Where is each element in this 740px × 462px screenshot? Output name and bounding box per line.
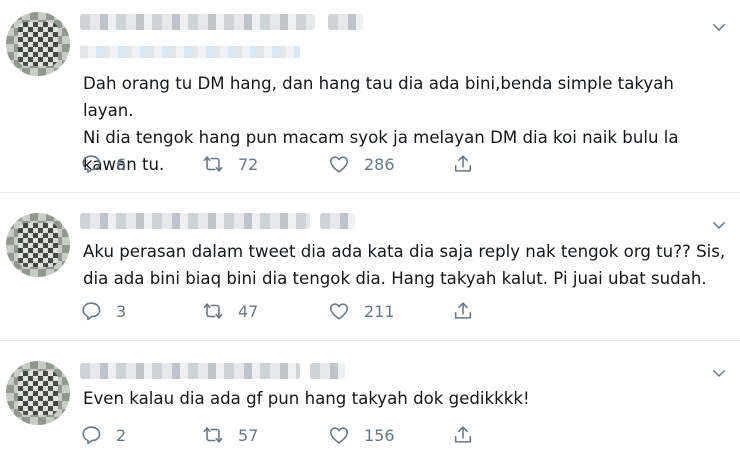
like-button[interactable]: 211 [328,300,395,322]
retweet-icon [202,153,224,175]
like-count: 156 [364,425,395,445]
avatar[interactable] [6,361,70,425]
like-count: 286 [364,154,395,174]
retweet-icon [202,424,224,446]
avatar[interactable] [6,12,70,76]
blurred-display-name[interactable] [80,363,300,379]
reply-icon [80,153,102,175]
tweet-actions: 2 57 156 [80,424,500,448]
retweet-icon [202,300,224,322]
tweet-text: Even kalau dia ada gf pun hang takyah do… [83,389,530,408]
blurred-timestamp [310,363,345,379]
tweet-menu-caret[interactable] [710,364,728,382]
reply-icon [80,300,102,322]
like-button[interactable]: 156 [328,424,395,446]
tweet-menu-caret[interactable] [710,216,728,234]
blurred-reply-context [80,46,300,58]
tweet-text: Aku perasan dalam tweet dia ada kata dia… [83,242,726,288]
chevron-down-icon [710,216,728,234]
retweet-count: 57 [238,425,259,445]
blurred-display-name[interactable] [80,14,315,30]
retweet-count: 47 [238,301,259,321]
retweet-button[interactable]: 57 [202,424,258,446]
tweet-menu-caret[interactable] [710,18,728,36]
reply-count: 2 [116,425,127,445]
reply-button[interactable]: 3 [80,300,126,322]
like-icon [328,300,350,322]
tweet-actions: 3 47 211 [80,300,500,324]
reply-button[interactable]: 6 [80,153,126,175]
share-icon [452,153,474,175]
like-count: 211 [364,301,395,321]
like-icon [328,153,350,175]
chevron-down-icon [710,364,728,382]
tweet[interactable]: Dah orang tu DM hang, dan hang tau dia a… [0,0,740,190]
blurred-display-name[interactable] [80,213,310,229]
like-icon [328,424,350,446]
share-icon [452,300,474,322]
reply-count: 6 [116,154,127,174]
share-button[interactable] [452,424,474,446]
tweet[interactable]: Even kalau dia ada gf pun hang takyah do… [0,341,740,462]
chevron-down-icon [710,18,728,36]
retweet-button[interactable]: 72 [202,153,258,175]
tweet[interactable]: Aku perasan dalam tweet dia ada kata dia… [0,193,740,333]
reply-count: 3 [116,301,127,321]
blurred-timestamp [320,213,355,229]
retweet-count: 72 [238,154,259,174]
reply-icon [80,424,102,446]
reply-button[interactable]: 2 [80,424,126,446]
share-button[interactable] [452,153,474,175]
share-icon [452,424,474,446]
like-button[interactable]: 286 [328,153,395,175]
tweet-actions: 6 72 286 [80,153,500,177]
avatar[interactable] [6,213,70,277]
retweet-button[interactable]: 47 [202,300,258,322]
blurred-timestamp [328,14,363,30]
share-button[interactable] [452,300,474,322]
